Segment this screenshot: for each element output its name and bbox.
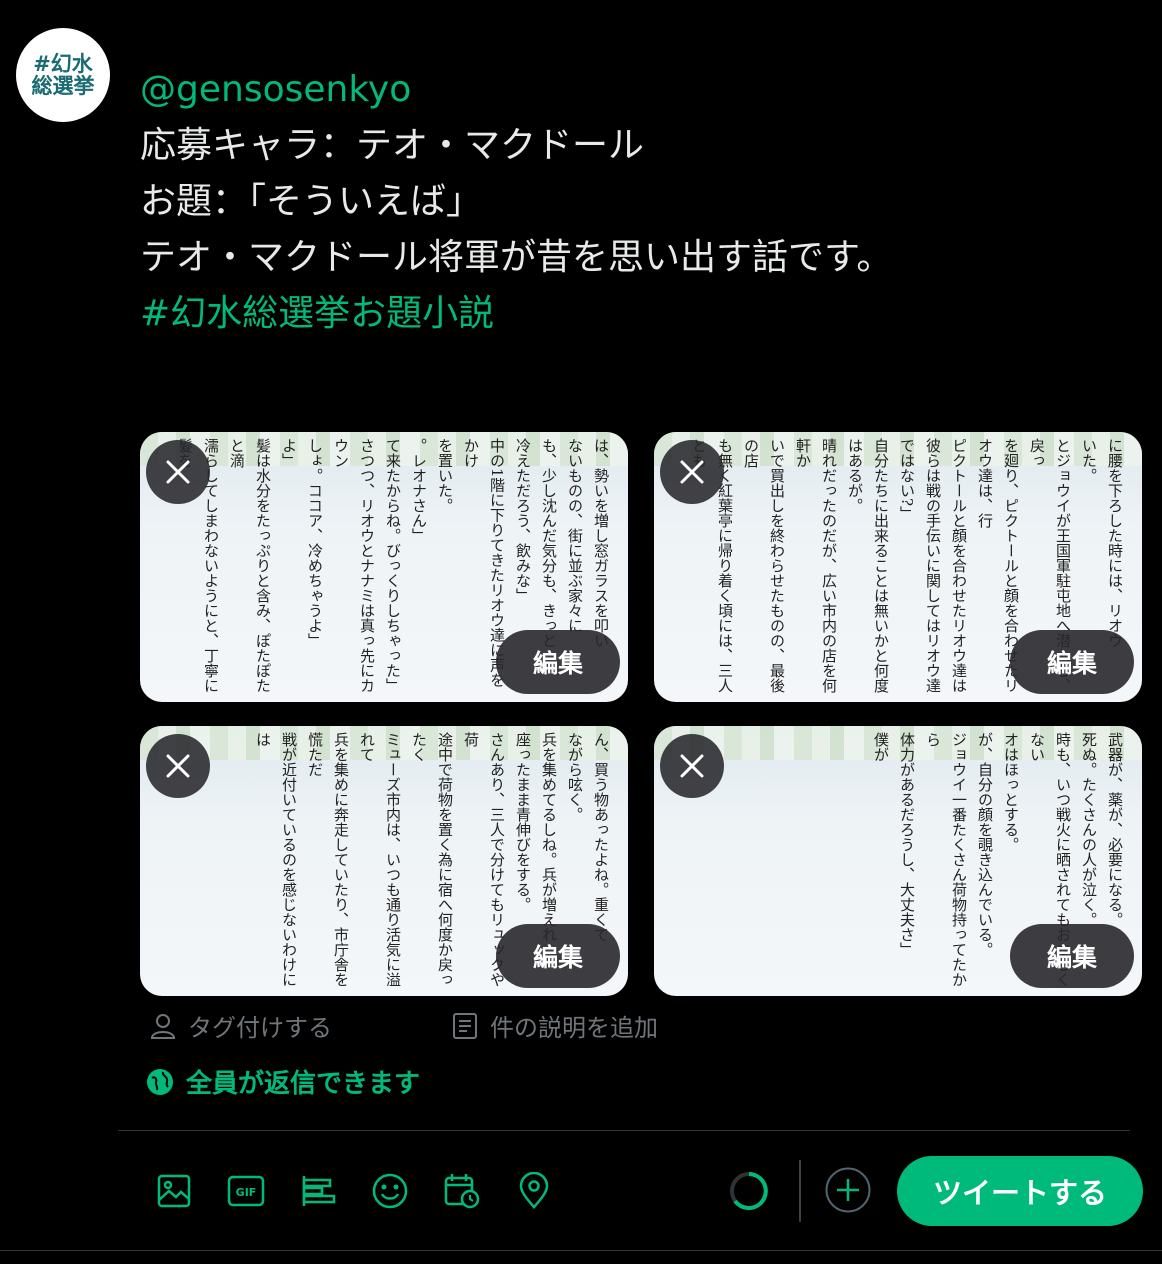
poll-icon [302, 1176, 336, 1206]
media-attachment-3[interactable]: ん、買う物あったよね。重くて ながら呟く。 兵を集めてるしね。兵が増えれ 座った… [140, 726, 628, 996]
tag-people-label: タグ付けする [188, 1014, 332, 1042]
tweet-line-3: テオ・マクドール将軍が昔を思い出す話です。 [140, 237, 893, 278]
avatar-text-line1: #幻水 [33, 50, 93, 76]
tweet-button[interactable]: ツイートする [897, 1156, 1143, 1226]
progress-ring-icon [730, 1172, 768, 1210]
bottom-divider [0, 1250, 1162, 1251]
add-description-label: 件の説明を追加 [490, 1014, 658, 1042]
add-thread-button[interactable] [825, 1167, 871, 1213]
person-icon [150, 1013, 176, 1039]
tweet-composer-text[interactable]: @gensosenkyo 応募キャラ：テオ・マクドール お題：「そういえば」 テ… [140, 62, 1140, 342]
plus-icon [825, 1167, 871, 1213]
hashtag[interactable]: #幻水総選挙お題小説 [140, 286, 1140, 342]
reply-setting-label: 全員が返信できます [186, 1069, 421, 1099]
schedule-button[interactable] [426, 1166, 498, 1216]
close-icon [680, 460, 704, 484]
add-emoji-button[interactable] [354, 1166, 426, 1216]
edit-media-button[interactable]: 編集 [496, 924, 620, 988]
edit-media-button[interactable]: 編集 [1010, 924, 1134, 988]
gif-label: GIF [236, 1186, 257, 1199]
media-attachment-4[interactable]: 武器が、薬が、必要になる。 死ぬ。たくさんの人が泣く。 時も、いつ戦火に晒されて… [654, 726, 1142, 996]
character-count-progress [728, 1170, 770, 1216]
edit-media-button[interactable]: 編集 [1010, 630, 1134, 694]
emoji-icon [372, 1173, 408, 1209]
tweet-line-2: お題：「そういえば」 [140, 181, 483, 222]
remove-media-button[interactable] [146, 734, 210, 798]
add-gif-button[interactable]: GIF [210, 1166, 282, 1216]
tag-people-button[interactable]: タグ付けする [148, 1008, 332, 1043]
divider [118, 1130, 1130, 1131]
reply-setting-button[interactable]: 全員が返信できます [144, 1063, 420, 1100]
media-attachment-2[interactable]: に腰を下ろした時には、リオウ いた。 とジョウイが王国軍駐屯地へ潜入し、戻っ を… [654, 432, 1142, 702]
edit-media-button[interactable]: 編集 [496, 630, 620, 694]
schedule-icon [444, 1174, 480, 1209]
remove-media-button[interactable] [660, 734, 724, 798]
image-icon [157, 1174, 191, 1208]
mention-handle[interactable]: @gensosenkyo [140, 62, 1140, 118]
globe-icon [147, 1068, 173, 1095]
close-icon [166, 754, 190, 778]
add-image-button[interactable] [138, 1166, 210, 1216]
add-description-button[interactable]: 件の説明を追加 [450, 1008, 658, 1043]
media-attachment-1[interactable]: は、勢いを増し窓ガラスを叩い ないものの、街に並ぶ家々に も、少し沈んだ気分も、… [140, 432, 628, 702]
avatar[interactable]: #幻水 総選挙 [16, 28, 110, 122]
tweet-line-1: 応募キャラ：テオ・マクドール [140, 125, 645, 166]
close-icon [680, 754, 704, 778]
document-icon [453, 1012, 477, 1039]
remove-media-button[interactable] [146, 440, 210, 504]
add-location-button[interactable] [498, 1166, 570, 1216]
composer-toolbar: GIF [138, 1166, 570, 1216]
remove-media-button[interactable] [660, 440, 724, 504]
location-icon [519, 1172, 549, 1209]
gif-icon: GIF [227, 1175, 265, 1207]
avatar-text-line2: 総選挙 [31, 73, 95, 98]
toolbar-separator [799, 1160, 801, 1222]
close-icon [166, 460, 190, 484]
add-poll-button[interactable] [282, 1166, 354, 1216]
